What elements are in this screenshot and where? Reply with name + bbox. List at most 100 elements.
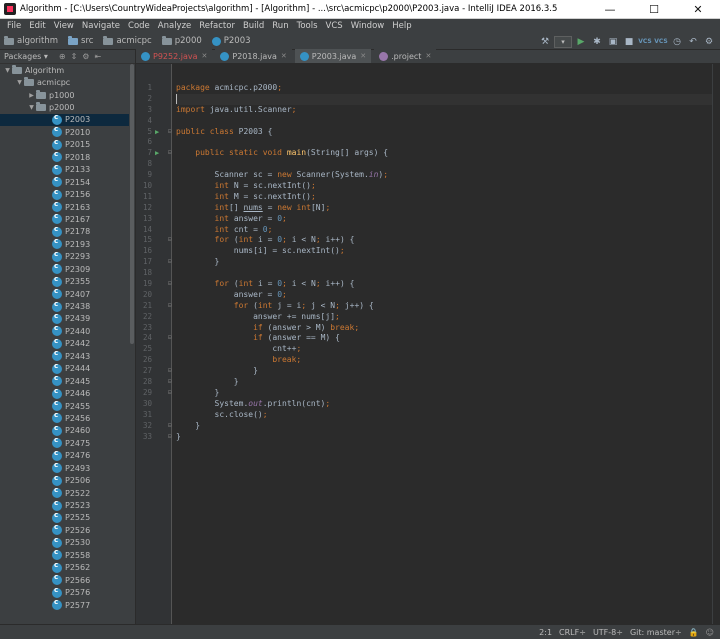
fold-icon[interactable]: ⊟ [168,127,172,138]
tree-file-item[interactable]: P2530 [0,536,130,549]
menu-tools[interactable]: Tools [293,21,322,31]
code-line[interactable]: 7 ▶ ⊟ public static void main(String[] arg… [147,148,712,159]
tree-file-item[interactable]: P2156 [0,188,130,200]
tree-folder-p2000[interactable]: ▼ p2000 [0,101,130,113]
tree-file-item[interactable]: P2015 [0,138,130,151]
project-scrollbar[interactable] [129,64,135,624]
code-line[interactable]: 23 if (answer > M) break; [143,323,712,334]
tab-p2018[interactable]: P2018.java ✕ [215,49,292,63]
tree-file-item[interactable]: P2355 [0,275,130,287]
fold-icon[interactable]: ⊟ [168,377,172,388]
tree-file-item[interactable]: P2476 [0,449,130,462]
fold-icon[interactable]: ⊟ [168,388,172,399]
editor-scrollbar[interactable] [712,64,720,624]
close-tab-icon[interactable]: ✕ [202,52,208,60]
tree-file-item[interactable]: P2460 [0,424,130,437]
tab-p9252[interactable]: P9252.java ✕ [136,49,213,63]
code-line[interactable]: 6 [147,137,712,148]
menu-file[interactable]: File [3,21,25,31]
fold-icon[interactable]: ⊟ [168,301,172,312]
run-icon[interactable]: ▶ [574,35,588,49]
code-line[interactable]: 3 import java.util.Scanner; [147,105,712,116]
collapse-icon[interactable]: ⇕ [71,52,78,61]
code-line[interactable]: 9 Scanner sc = new Scanner(System.in); [147,170,712,181]
menu-help[interactable]: Help [388,21,415,31]
menu-run[interactable]: Run [268,21,292,31]
tree-file-item[interactable]: P2193 [0,237,130,250]
tree-file-item[interactable]: P2293 [0,250,130,263]
tree-file-item[interactable]: P2445 [0,374,130,387]
tree-file-item[interactable]: P2442 [0,337,130,350]
lock-icon[interactable]: 🔒 [689,628,699,637]
code-line[interactable]: 5 ▶ ⊟ public class P2003 { [147,127,712,138]
code-line[interactable]: 30 System.out.println(cnt); [143,399,712,410]
git-branch[interactable]: Git: master÷ [630,628,682,637]
code-line[interactable]: 1 package acmicpc.p2000; [147,83,712,94]
tree-file-item[interactable]: P2558 [0,548,130,561]
breadcrumb-package[interactable]: acmicpc [103,35,152,46]
menu-navigate[interactable]: Navigate [78,21,124,31]
collapse-arrow-icon[interactable]: ▶ [27,92,36,99]
tree-file-item[interactable]: P2010 [0,125,130,138]
tree-file-item[interactable]: P2178 [0,225,130,238]
code-editor[interactable]: 1 package acmicpc.p2000; 2 3 import java.uti… [136,64,720,624]
maximize-button[interactable]: ☐ [632,0,676,19]
code-line[interactable]: 15 ⊟ for (int i = 0; i < N; i++) { [143,235,712,246]
code-line[interactable]: 25 cnt++; [143,344,712,355]
tree-file-item[interactable]: P2309 [0,262,130,275]
settings-icon[interactable]: ⚙ [82,52,89,61]
tree-file-item[interactable]: P2167 [0,212,130,225]
run-gutter-icon[interactable]: ▶ [155,148,159,159]
minimize-button[interactable]: — [588,0,632,19]
tree-file-item[interactable]: P2446 [0,387,130,399]
stop-icon[interactable]: ■ [622,35,636,49]
expand-arrow-icon[interactable]: ▼ [3,67,12,74]
tree-file-item[interactable]: P2440 [0,324,130,337]
tree-file-item[interactable]: P2455 [0,399,130,412]
tree-file-item[interactable]: P2522 [0,486,130,499]
code-line[interactable]: 22 answer += nums[j]; [143,312,712,323]
code-line[interactable]: 13 int answer = 0; [143,214,712,225]
history-icon[interactable]: ◷ [670,35,684,49]
fold-icon[interactable]: ⊟ [168,257,172,268]
tree-file-item[interactable]: P2456 [0,411,130,424]
code-line[interactable]: 33 ⊟} [143,432,712,443]
breadcrumb-src[interactable]: src [68,35,93,46]
menu-vcs[interactable]: VCS [322,21,347,31]
fold-icon[interactable]: ⊟ [168,432,172,443]
debug-icon[interactable]: ✱ [590,35,604,49]
build-icon[interactable]: ⚒ [538,35,552,49]
code-line[interactable]: 32 ⊟ } [143,421,712,432]
tree-file-item[interactable]: P2407 [0,287,130,300]
code-line[interactable]: 19 ⊟ for (int i = 0; i < N; i++) { [143,279,712,290]
code-line[interactable]: 14 int cnt = 0; [143,225,712,236]
caret-position[interactable]: 2:1 [539,628,552,637]
code-line[interactable]: 16 nums[i] = sc.nextInt(); [143,246,712,257]
tree-file-item[interactable]: P2163 [0,200,130,213]
breadcrumb-project[interactable]: algorithm [4,35,58,46]
tree-file-item[interactable]: P2525 [0,511,130,524]
fold-icon[interactable]: ⊟ [168,333,172,344]
breadcrumb-subpackage[interactable]: p2000 [161,35,202,46]
code-line[interactable]: 29 ⊟ } [143,388,712,399]
tree-file-item[interactable]: P2439 [0,312,130,325]
tree-file-item[interactable]: P2154 [0,175,130,188]
vcs-update-icon[interactable]: VCS [638,35,652,49]
run-gutter-icon[interactable]: ▶ [155,127,159,138]
tree-file-item[interactable]: P2493 [0,461,130,474]
code-line[interactable]: 12 int[] nums = new int[N]; [143,203,712,214]
menu-refactor[interactable]: Refactor [195,21,239,31]
vcs-commit-icon[interactable]: VCS [654,35,668,49]
tree-file-item[interactable]: P2566 [0,573,130,586]
tab-p2003[interactable]: P2003.java ✕ [294,49,372,63]
tree-package[interactable]: ▼ acmicpc [0,76,130,88]
fold-icon[interactable]: ⊟ [168,421,172,432]
close-tab-icon[interactable]: ✕ [425,52,431,60]
fold-icon[interactable]: ⊟ [168,366,172,377]
tree-file-item[interactable]: P2577 [0,598,130,611]
code-line[interactable]: 11 int M = sc.nextInt(); [143,192,712,203]
menu-view[interactable]: View [50,21,78,31]
tree-file-item[interactable]: P2444 [0,362,130,375]
fold-icon[interactable]: ⊟ [168,148,172,159]
file-encoding[interactable]: UTF-8÷ [593,628,623,637]
